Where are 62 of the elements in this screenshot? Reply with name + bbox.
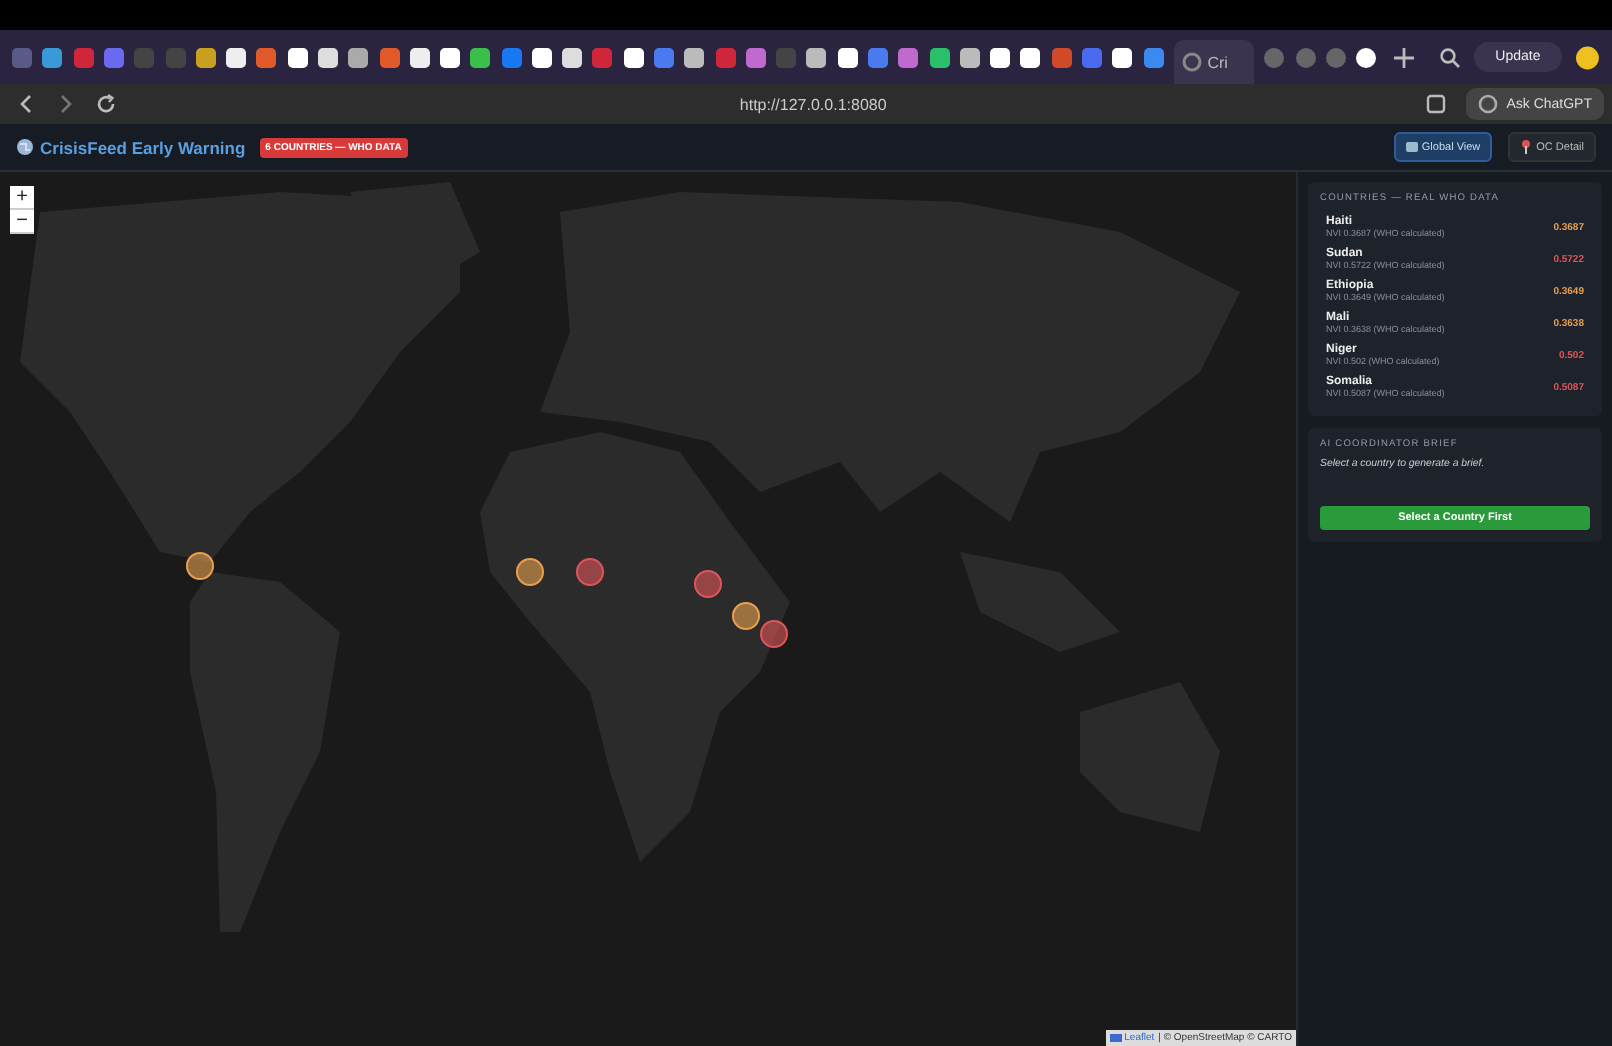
favicon-icon <box>806 47 827 67</box>
app-title: CrisisFeed Early Warning <box>40 137 246 157</box>
browser-tab[interactable]: Cri <box>1173 40 1255 84</box>
reload-icon <box>96 94 116 114</box>
favicon-icon <box>42 47 63 67</box>
address-bar[interactable]: http://127.0.0.1:8080 <box>128 95 1419 113</box>
favicon-icon <box>1325 47 1346 67</box>
favicon-icon <box>1295 47 1315 67</box>
favicon-icon <box>1264 47 1285 67</box>
favicon-icon <box>348 47 369 67</box>
favicon-icon <box>1356 47 1377 67</box>
favicon-icon <box>501 47 522 67</box>
favicon-icon <box>990 47 1011 67</box>
favicon-icon <box>776 47 797 67</box>
favicon-icon <box>1143 47 1164 67</box>
favicon-icon <box>317 47 338 67</box>
favicon-icon <box>745 47 766 67</box>
favicon-icon <box>409 47 430 67</box>
favicon-icon <box>868 47 889 67</box>
favicon-icon <box>837 47 858 67</box>
favicon-icon <box>959 47 980 67</box>
favicon-icon <box>531 47 552 67</box>
country-marker[interactable] <box>575 558 604 587</box>
favicon-icon <box>592 47 613 67</box>
favicon-icon <box>165 47 186 67</box>
favicon-icon <box>195 47 216 67</box>
search-icon <box>1440 47 1461 67</box>
pin-icon <box>1520 140 1533 154</box>
country-marker[interactable] <box>516 558 545 587</box>
favicon-icon <box>654 47 675 67</box>
favicon-icon <box>379 47 400 67</box>
favicon-icon <box>929 47 950 67</box>
forward-icon <box>56 94 76 114</box>
favicon-icon <box>287 47 308 67</box>
favicon-icon <box>623 47 644 67</box>
favicon-icon <box>1081 47 1102 67</box>
country-marker[interactable] <box>693 569 722 598</box>
favicon-icon <box>256 47 277 67</box>
favicon-icon <box>226 47 247 67</box>
favicon-icon <box>134 47 155 67</box>
favicon-icon <box>1112 47 1133 67</box>
country-marker[interactable] <box>759 620 788 649</box>
favicon-icon <box>103 47 124 67</box>
favicon-icon <box>470 47 491 67</box>
favicon-icon <box>440 47 461 67</box>
favicon-icon <box>898 47 919 67</box>
tab-title: Cri <box>1207 53 1228 71</box>
favicon-icon <box>1020 47 1041 67</box>
favicon-icon <box>715 47 736 67</box>
country-marker[interactable] <box>185 552 214 581</box>
plus-icon <box>1393 47 1414 67</box>
avatar-icon[interactable] <box>1576 45 1600 69</box>
back-icon <box>16 94 36 114</box>
favicon-icon <box>73 47 94 67</box>
favicon-icon <box>1051 47 1072 67</box>
favicon-icon <box>12 47 33 67</box>
flag-icon <box>1110 1034 1123 1042</box>
panel-icon <box>1426 94 1447 114</box>
country-marker[interactable] <box>732 601 761 630</box>
favicon-icon <box>684 47 705 67</box>
zoom-in-button[interactable]: + <box>10 186 34 210</box>
favicon-icon <box>562 47 583 67</box>
